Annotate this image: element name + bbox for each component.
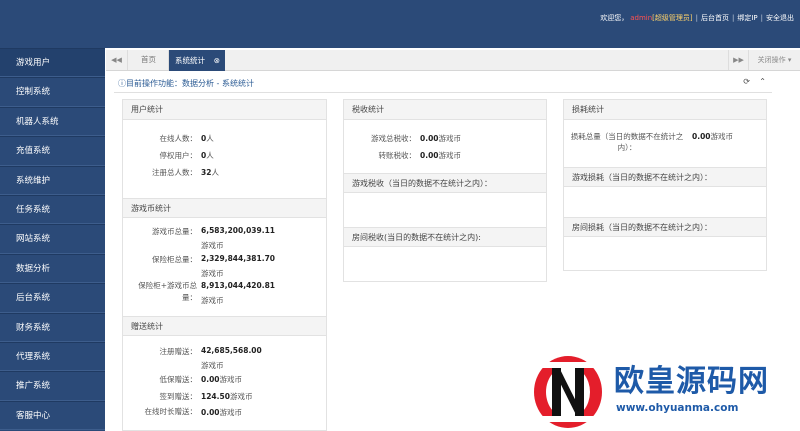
user-stats-panel: 用户统计 在线人数： 0人 停权用户： 0人 注册总人数： 32人 游戏币统计 … (122, 99, 327, 431)
sidebar-item-agent[interactable]: 代理系统 (0, 341, 105, 372)
refresh-icon[interactable]: ⟳ (743, 77, 750, 86)
watermark-logo: 欧皇源码网 www.ohyuanma.com (530, 352, 800, 431)
welcome-text: 欢迎您， (600, 14, 629, 22)
sidebar-item-control[interactable]: 控制系统 (0, 77, 105, 107)
sidebar-item-promotion[interactable]: 推广系统 (0, 371, 105, 401)
sidebar-item-data-analysis[interactable]: 数据分析 (0, 253, 105, 284)
close-operations-label: 关闭操作 (757, 56, 786, 64)
sidebar-item-robot[interactable]: 机器人系统 (0, 106, 105, 137)
breadcrumb: ⓘ目前操作功能：数据分析 - 系统统计 (118, 79, 254, 88)
coin-stats-title: 游戏币统计 (123, 198, 326, 218)
user-role: [超级管理员] (652, 14, 693, 22)
user-stats-title: 用户统计 (123, 100, 326, 120)
sidebar-item-maintenance[interactable]: 系统维护 (0, 165, 105, 195)
sidebar-item-tasks[interactable]: 任务系统 (0, 194, 105, 225)
tab-scroll-left-icon[interactable]: ◀◀ (106, 50, 128, 70)
bind-ip-link[interactable]: 绑定IP (737, 13, 757, 23)
top-header: 欢迎您， admin [超级管理员] | 后台首页 | 绑定IP | 安全退出 (0, 0, 800, 48)
tax-stats-panel: 税收统计 游戏总税收： 0.00游戏币 转账税收： 0.00游戏币 游戏税收（当… (343, 99, 547, 282)
watermark-url: www.ohyuanma.com (616, 402, 739, 414)
sidebar-item-support[interactable]: 客服中心 (0, 400, 105, 431)
tab-bar: ◀◀ 首页 系统统计 ⊗ ▶▶ 关闭操作 ▾ (106, 50, 800, 71)
sidebar-item-game-users[interactable]: 游戏用户 (0, 48, 105, 78)
sidebar: 游戏用户 控制系统 机器人系统 充值系统 系统维护 任务系统 网站系统 数据分析… (0, 48, 105, 431)
info-icon: ⓘ (118, 79, 126, 88)
collapse-up-icon[interactable]: ⌃ (759, 77, 766, 86)
tab-close-icon[interactable]: ⊗ (214, 50, 220, 71)
tab-system-stats-label: 系统统计 (175, 56, 205, 65)
game-tax-title: 游戏税收（当日的数据不在统计之内）： (344, 173, 546, 193)
content-header: ⓘ目前操作功能：数据分析 - 系统统计 ⟳ ⌃ (114, 75, 772, 93)
game-loss-title: 游戏损耗（当日的数据不在统计之内）： (564, 167, 766, 187)
sidebar-item-finance[interactable]: 财务系统 (0, 312, 105, 342)
loss-stats-title: 损耗统计 (564, 100, 766, 120)
room-tax-title: 房间税收(当日的数据不在统计之内): (344, 227, 546, 247)
watermark-text: 欧皇源码网 (614, 364, 769, 399)
tab-system-stats[interactable]: 系统统计 ⊗ (169, 50, 225, 71)
loss-stats-panel: 损耗统计 损耗总量（当日的数据不在统计之内）： 0.00游戏币 游戏损耗（当日的… (563, 99, 767, 271)
home-link[interactable]: 后台首页 (701, 13, 729, 23)
gift-stats-title: 赠送统计 (123, 316, 326, 336)
sidebar-item-recharge[interactable]: 充值系统 (0, 136, 105, 166)
room-loss-title: 房间损耗（当日的数据不在统计之内）： (564, 217, 766, 237)
sidebar-item-website[interactable]: 网站系统 (0, 224, 105, 254)
tab-scroll-right-icon[interactable]: ▶▶ (728, 50, 748, 70)
close-operations-dropdown[interactable]: 关闭操作 ▾ (748, 50, 800, 70)
logout-link[interactable]: 安全退出 (766, 13, 794, 23)
tab-home[interactable]: 首页 (129, 50, 169, 70)
tax-stats-title: 税收统计 (344, 100, 546, 120)
username: admin (630, 14, 653, 22)
sidebar-item-backend[interactable]: 后台系统 (0, 283, 105, 313)
caret-down-icon: ▾ (785, 56, 792, 64)
header-links: 欢迎您， admin [超级管理员] | 后台首页 | 绑定IP | 安全退出 (600, 13, 794, 23)
watermark-emblem-icon (534, 356, 602, 428)
